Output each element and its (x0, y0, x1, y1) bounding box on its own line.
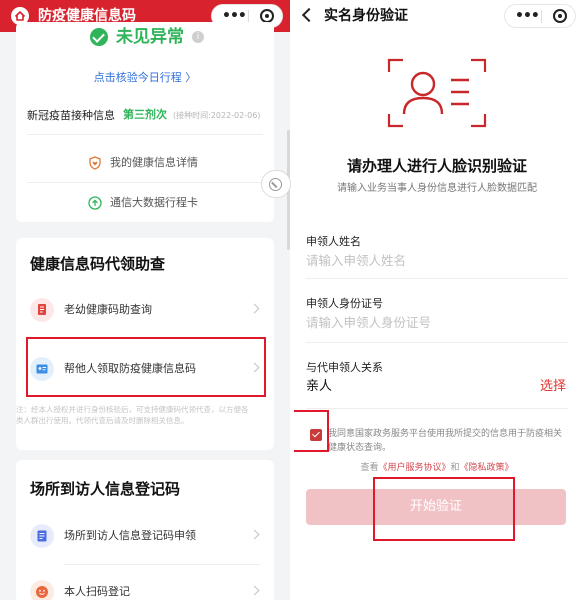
divider (64, 564, 260, 565)
face-recognition-icon (387, 58, 487, 128)
visitor-card-title: 场所到访人信息登记码 (30, 480, 181, 498)
health-code-page: 防疫健康信息码 ••• 未见异常 i 点击核验今日行程 〉 新冠疫苗接种信息 第… (0, 0, 290, 600)
divider (306, 342, 568, 343)
identity-verification-page: 实名身份验证 ••• 请办理人进行人脸识别验证 请输入业务当事人身份信息进行人脸… (294, 0, 580, 600)
elderly-child-query-label: 老幼健康码助查询 (64, 303, 152, 316)
health-details-link[interactable]: 我的健康信息详情 (16, 153, 274, 173)
info-icon[interactable]: i (192, 31, 204, 43)
check-icon (90, 28, 108, 46)
user-agreement-link[interactable]: 《用户服务协议》 (378, 463, 450, 473)
visitor-code-apply-item[interactable]: 场所到访人信息登记码申领 (16, 522, 274, 550)
elderly-child-query-item[interactable]: 老幼健康码助查询 (16, 296, 274, 324)
annotation-highlight-box (26, 337, 266, 397)
verify-itinerary-link[interactable]: 点击核验今日行程 〉 (16, 71, 274, 85)
smile-icon (30, 580, 54, 600)
vaccine-label: 新冠疫苗接种信息 (27, 109, 115, 122)
shield-heart-icon (89, 156, 101, 170)
chevron-right-icon (249, 585, 260, 596)
close-target-icon[interactable] (553, 9, 567, 23)
capsule-divider (541, 10, 542, 23)
document-icon (30, 298, 54, 322)
upload-circle-icon (88, 196, 102, 210)
close-target-icon[interactable] (260, 9, 274, 23)
relationship-value: 亲人 (306, 379, 333, 394)
relationship-select-button[interactable]: 选择 (540, 379, 566, 395)
divider (306, 408, 568, 409)
vaccine-dose: 第三剂次 (123, 108, 167, 121)
visitor-code-apply-label: 场所到访人信息登记码申领 (64, 529, 196, 542)
policy-line: 查看《用户服务协议》和《隐私政策》 (294, 462, 580, 474)
face-verify-subheading: 请输入业务当事人身份信息进行人脸数据匹配 (337, 183, 537, 194)
visitor-registration-card: 场所到访人信息登记码 场所到访人信息登记码申领 本人扫码登记 (16, 460, 274, 600)
relationship-label: 与代申领人关系 (306, 361, 383, 374)
chevron-right-icon (249, 529, 260, 540)
floating-search-handle[interactable] (261, 170, 291, 198)
back-arrow-icon[interactable] (301, 7, 317, 23)
health-status: 未见异常 (116, 27, 184, 47)
self-scan-register-item[interactable]: 本人扫码登记 (16, 578, 274, 600)
itinerary-card-link[interactable]: 通信大数据行程卡 (16, 193, 274, 213)
page-title: 实名身份验证 (324, 8, 408, 24)
more-icon[interactable]: ••• (515, 5, 540, 27)
agreement-text: 我同意国家政务服务平台使用我所提交的信息用于防疫相关健康状态查询。 (328, 429, 563, 453)
applicant-id-input[interactable] (306, 315, 546, 331)
applicant-name-label: 申领人姓名 (306, 235, 361, 248)
policy-prefix: 查看 (360, 463, 379, 473)
divider (27, 134, 263, 135)
form-icon (30, 524, 54, 548)
chevron-right-icon (249, 303, 260, 314)
health-status-card: 未见异常 i 点击核验今日行程 〉 新冠疫苗接种信息 第三剂次 (接种时间:20… (16, 22, 274, 222)
annotation-highlight-box (294, 410, 329, 452)
policy-and: 和 (450, 463, 460, 473)
divider (306, 278, 568, 279)
health-details-label: 我的健康信息详情 (110, 156, 198, 169)
vaccine-time: (接种时间:2022-02-06) (173, 111, 261, 120)
applicant-name-input[interactable] (306, 253, 546, 269)
face-verify-heading: 请办理人进行人脸识别验证 (346, 157, 527, 175)
annotation-highlight-box (373, 477, 515, 541)
applicant-id-label: 申领人身份证号 (306, 297, 383, 310)
divider (27, 182, 263, 183)
self-scan-register-label: 本人扫码登记 (64, 585, 130, 598)
mini-program-capsule: ••• (504, 4, 576, 28)
proxy-card-title: 健康信息码代领助查 (30, 255, 166, 273)
itinerary-card-label: 通信大数据行程卡 (110, 196, 198, 209)
proxy-note: 注：经本人授权并进行身份核验后，可支持健康码代领代查，以方便各类人群出行使用。代… (16, 405, 249, 425)
screenshot-root: 防疫健康信息码 ••• 未见异常 i 点击核验今日行程 〉 新冠疫苗接种信息 第… (0, 0, 580, 600)
privacy-policy-link[interactable]: 《隐私政策》 (460, 463, 514, 473)
